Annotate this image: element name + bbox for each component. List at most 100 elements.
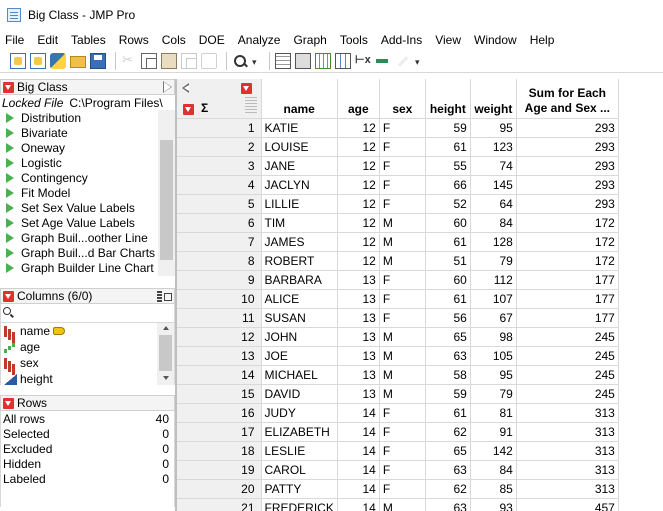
cell-name[interactable]: MICHAEL	[261, 365, 338, 385]
cell-name[interactable]: LILLIE	[261, 194, 338, 214]
cell-age[interactable]: 13	[337, 365, 380, 385]
table-red-triangle-icon[interactable]	[3, 81, 14, 93]
cell-height[interactable]: 62	[425, 479, 471, 499]
script-set-age-value-labels[interactable]: Set Age Value Labels	[0, 215, 175, 230]
cell-age[interactable]: 12	[337, 251, 380, 271]
cell-weight[interactable]: 85	[470, 479, 517, 499]
cell-name[interactable]: SUSAN	[261, 308, 338, 328]
scripts-scrollbar[interactable]	[158, 110, 175, 276]
cell-height[interactable]: 60	[425, 270, 471, 290]
cell-sum[interactable]: 177	[516, 308, 619, 328]
cell-name[interactable]: ELIZABETH	[261, 422, 338, 442]
cell-age[interactable]: 13	[337, 289, 380, 309]
cell-age[interactable]: 12	[337, 175, 380, 195]
script-set-sex-value-labels[interactable]: Set Sex Value Labels	[0, 200, 175, 215]
cell-name[interactable]: JOE	[261, 346, 338, 366]
cell-sum[interactable]: 245	[516, 365, 619, 385]
row-number[interactable]: 19	[177, 460, 262, 480]
graph-builder-arrow-icon[interactable]	[375, 53, 391, 69]
open-folder-icon[interactable]	[70, 56, 86, 68]
column-header-weight[interactable]: weight	[470, 79, 517, 119]
cell-height[interactable]: 61	[425, 289, 471, 309]
cell-sex[interactable]: F	[379, 175, 426, 195]
save-icon[interactable]	[90, 52, 106, 69]
table-row[interactable]: 10 ALICE 13 F 61 107 177	[177, 289, 619, 309]
rows-stat-selected[interactable]: Selected 0	[1, 426, 174, 441]
cell-sex[interactable]: F	[379, 137, 426, 157]
cell-weight[interactable]: 84	[470, 460, 517, 480]
rows-stat-all[interactable]: All rows 40	[1, 411, 174, 426]
cell-age[interactable]: 14	[337, 422, 380, 442]
cell-sex[interactable]: M	[379, 384, 426, 404]
cell-age[interactable]: 14	[337, 498, 380, 511]
cell-sum[interactable]: 293	[516, 175, 619, 195]
cell-name[interactable]: TIM	[261, 213, 338, 233]
cell-height[interactable]: 62	[425, 422, 471, 442]
table-row[interactable]: 9 BARBARA 13 F 60 112 177	[177, 270, 619, 290]
columns-scrollbar-thumb[interactable]	[159, 335, 172, 371]
row-number[interactable]: 12	[177, 327, 262, 347]
row-number[interactable]: 3	[177, 156, 262, 176]
cell-weight[interactable]: 95	[470, 118, 517, 138]
cell-height[interactable]: 63	[425, 498, 471, 511]
cell-sum[interactable]: 177	[516, 270, 619, 290]
cell-name[interactable]: JACLYN	[261, 175, 338, 195]
cell-sum[interactable]: 172	[516, 213, 619, 233]
collapse-panel-icon[interactable]	[182, 83, 189, 93]
table-row[interactable]: 11 SUSAN 13 F 56 67 177	[177, 308, 619, 328]
cell-height[interactable]: 65	[425, 441, 471, 461]
rows-stat-labeled[interactable]: Labeled 0	[1, 471, 174, 486]
menu-cols[interactable]: Cols	[162, 33, 193, 47]
menu-window[interactable]: Window	[474, 33, 524, 47]
cell-name[interactable]: FREDERICK	[261, 498, 338, 511]
data-table-icon[interactable]	[275, 52, 291, 69]
table-row[interactable]: 14 MICHAEL 13 M 58 95 245	[177, 365, 619, 385]
cell-age[interactable]: 12	[337, 213, 380, 233]
rows-red-triangle-icon[interactable]	[3, 397, 14, 409]
cell-height[interactable]: 65	[425, 327, 471, 347]
column-header-height[interactable]: height	[425, 79, 471, 119]
row-number[interactable]: 8	[177, 251, 262, 271]
lock-icon[interactable]	[201, 52, 217, 69]
distribution-x-icon[interactable]: ⊢x	[355, 53, 371, 69]
menu-analyze[interactable]: Analyze	[238, 33, 288, 47]
table-row[interactable]: 17 ELIZABETH 14 F 62 91 313	[177, 422, 619, 442]
table-panel-header[interactable]: Big Class	[0, 79, 175, 95]
column-item-name[interactable]: name	[1, 323, 174, 339]
cell-sum[interactable]: 293	[516, 137, 619, 157]
cell-weight[interactable]: 142	[470, 441, 517, 461]
script-graph-builder-line[interactable]: Graph Builder Line Chart	[0, 260, 175, 275]
cell-sex[interactable]: F	[379, 479, 426, 499]
cell-weight[interactable]: 81	[470, 403, 517, 423]
table-row[interactable]: 8 ROBERT 12 M 51 79 172	[177, 251, 619, 271]
cell-sum[interactable]: 293	[516, 156, 619, 176]
new-script-icon[interactable]	[30, 52, 46, 69]
subset-grid-icon[interactable]	[315, 52, 331, 69]
cell-age[interactable]: 13	[337, 270, 380, 290]
cell-weight[interactable]: 107	[470, 289, 517, 309]
columns-corner-red-triangle-icon[interactable]	[241, 83, 252, 94]
cell-sex[interactable]: F	[379, 270, 426, 290]
cell-name[interactable]: LOUISE	[261, 137, 338, 157]
cell-sum[interactable]: 313	[516, 460, 619, 480]
cell-weight[interactable]: 84	[470, 213, 517, 233]
cell-sum[interactable]: 172	[516, 251, 619, 271]
cell-height[interactable]: 66	[425, 175, 471, 195]
cell-age[interactable]: 14	[337, 403, 380, 423]
new-data-table-icon[interactable]	[10, 52, 26, 69]
cell-height[interactable]: 63	[425, 346, 471, 366]
cell-age[interactable]: 12	[337, 118, 380, 138]
cell-height[interactable]: 56	[425, 308, 471, 328]
row-number[interactable]: 20	[177, 479, 262, 499]
search-icon[interactable]	[232, 53, 248, 69]
summary-sigma-icon[interactable]: Σ	[201, 101, 208, 115]
python-icon[interactable]	[50, 52, 66, 69]
cell-sex[interactable]: F	[379, 403, 426, 423]
menu-graph[interactable]: Graph	[293, 33, 333, 47]
menu-rows[interactable]: Rows	[119, 33, 156, 47]
cell-height[interactable]: 52	[425, 194, 471, 214]
row-number[interactable]: 21	[177, 498, 262, 511]
cell-sex[interactable]: F	[379, 460, 426, 480]
table-row[interactable]: 16 JUDY 14 F 61 81 313	[177, 403, 619, 423]
column-item-sex[interactable]: sex	[1, 355, 174, 371]
